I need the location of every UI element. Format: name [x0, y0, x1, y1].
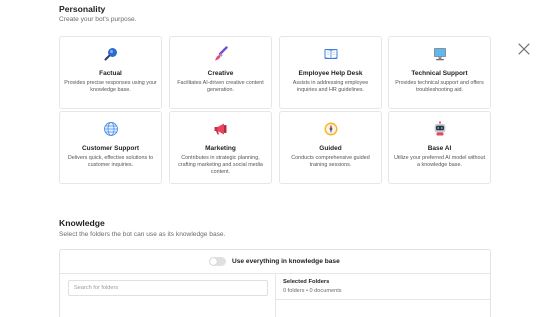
robot-icon [389, 121, 490, 137]
card-title: Marketing [205, 145, 236, 152]
knowledge-subtitle: Select the folders the bot can use as it… [59, 231, 226, 238]
card-description: Delivers quick, effective solutions to c… [67, 155, 154, 168]
selected-folders-count: 0 folders • 0 documents [283, 288, 342, 294]
card-description: Provides technical support and offers tr… [395, 80, 484, 93]
personality-card-guided[interactable]: Guided Conducts comprehensive guided tra… [279, 111, 382, 184]
computer-icon [389, 46, 490, 62]
personality-card-employee-help-desk[interactable]: Employee Help Desk Assists in addressing… [279, 36, 382, 109]
divider [275, 299, 490, 300]
toggle-knob [210, 258, 217, 265]
compass-icon [280, 121, 381, 137]
card-description: Contributes in strategic planning, craft… [178, 155, 263, 175]
personality-card-factual[interactable]: Factual Provides precise responses using… [59, 36, 162, 109]
magnifier-icon [60, 46, 161, 62]
card-description: Utilize your preferred AI model without … [393, 155, 486, 168]
globe-icon [60, 121, 161, 137]
card-description: Facilitates AI-driven creative content g… [177, 80, 264, 93]
personality-card-creative[interactable]: Creative Facilitates AI-driven creative … [169, 36, 272, 109]
personality-card-base-ai[interactable]: Base AI Utilize your preferred AI model … [388, 111, 491, 184]
use-everything-label: Use everything in knowledge base [232, 258, 340, 265]
column-divider [275, 273, 276, 317]
close-button[interactable] [516, 41, 532, 57]
card-title: Base AI [427, 145, 452, 152]
use-everything-toggle[interactable] [209, 257, 226, 266]
card-title: Employee Help Desk [298, 70, 363, 77]
selected-folders-title: Selected Folders [283, 279, 330, 285]
megaphone-icon [170, 121, 271, 137]
knowledge-panel: Use everything in knowledge base Selecte… [59, 249, 491, 317]
personality-card-marketing[interactable]: Marketing Contributes in strategic plann… [169, 111, 272, 184]
card-title: Technical Support [411, 70, 468, 77]
book-icon [280, 46, 381, 62]
folder-search-input[interactable] [68, 280, 268, 296]
personality-card-customer-support[interactable]: Customer Support Delivers quick, effecti… [59, 111, 162, 184]
paintbrush-icon [170, 46, 271, 62]
personality-heading: Personality [59, 4, 106, 14]
card-description: Provides precise responses using your kn… [64, 80, 157, 93]
card-description: Conducts comprehensive guided training s… [291, 155, 370, 168]
close-icon [518, 43, 530, 55]
card-title: Customer Support [81, 145, 140, 152]
card-title: Factual [99, 70, 122, 77]
personality-subtitle: Create your bot's purpose. [59, 16, 137, 23]
card-title: Creative [207, 70, 234, 77]
knowledge-heading: Knowledge [59, 218, 105, 228]
card-description: Assists in addressing employee inquiries… [292, 80, 369, 93]
personality-card-technical-support[interactable]: Technical Support Provides technical sup… [388, 36, 491, 109]
card-title: Guided [319, 145, 342, 152]
